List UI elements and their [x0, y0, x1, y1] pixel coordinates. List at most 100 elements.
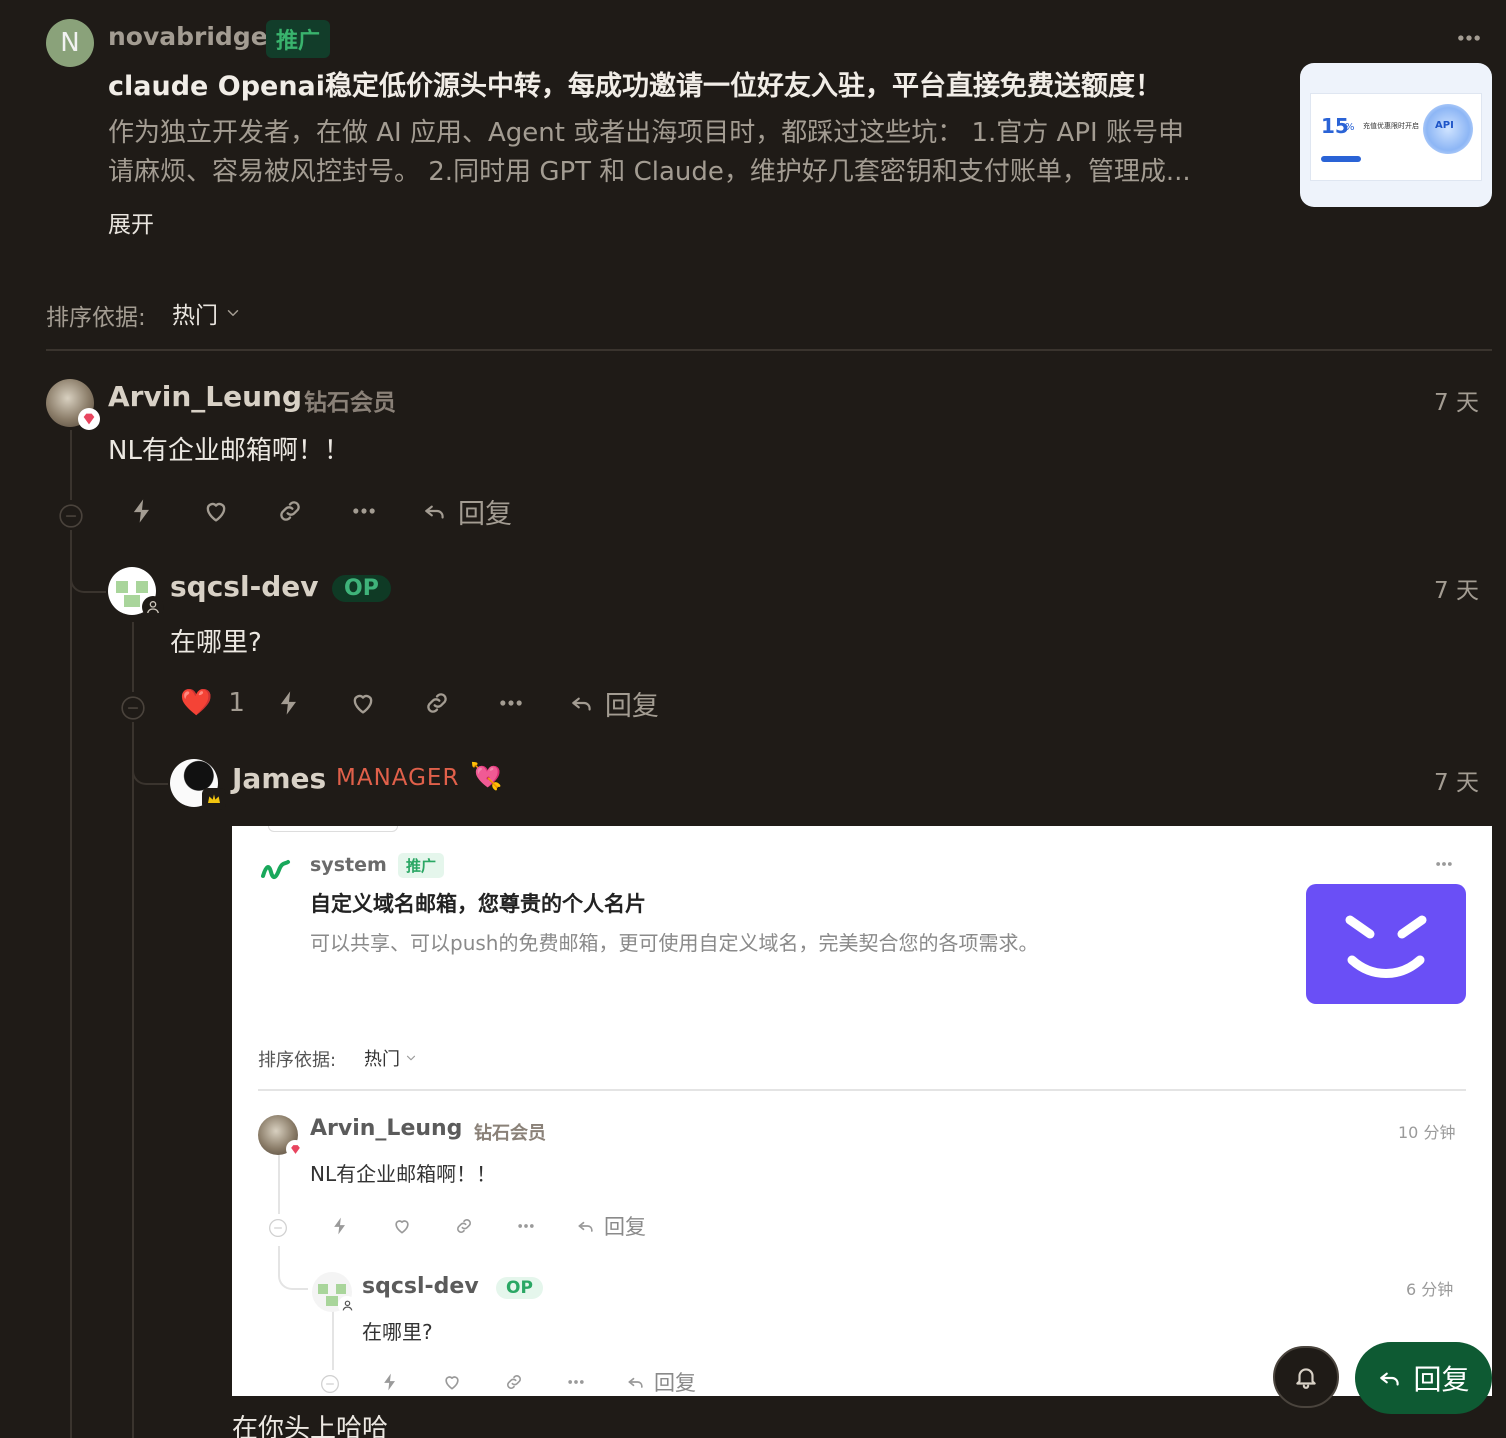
comment-text: 在你头上哈哈 — [232, 1414, 389, 1438]
panel-edge — [268, 826, 398, 832]
link-icon[interactable] — [502, 1372, 526, 1392]
sort-label: 排序依据: — [46, 305, 146, 331]
thread-line — [70, 430, 72, 500]
thumb-api: API — [1435, 120, 1454, 131]
boost-icon[interactable] — [378, 1372, 402, 1392]
thread-line — [278, 1152, 280, 1214]
reply-icon — [1377, 1365, 1403, 1391]
promo-author[interactable]: novabridge — [108, 22, 268, 51]
more-icon[interactable] — [564, 1372, 588, 1392]
notification-bell-button[interactable] — [1273, 1346, 1339, 1408]
promo-thumbnail[interactable]: 15 % 充值优惠限时开启 API — [1300, 63, 1492, 207]
comment-author[interactable]: Arvin_Leung — [108, 380, 302, 413]
collapse-icon[interactable] — [320, 1374, 340, 1394]
comment-actions: 回复 — [378, 1368, 696, 1396]
divider — [46, 349, 1492, 351]
comment-time[interactable]: 7 天 — [1434, 571, 1479, 605]
collapse-icon[interactable] — [268, 1218, 288, 1238]
more-options-icon[interactable] — [1434, 854, 1454, 874]
promo-avatar-letter: N — [60, 28, 80, 58]
floating-reply-label: 回复 — [1413, 1363, 1470, 1396]
promo-body: 可以共享、可以push的免费邮箱，更可使用自定义域名，完美契合您的各项需求。 — [310, 931, 1039, 955]
more-options-icon[interactable] — [1452, 24, 1486, 52]
link-icon[interactable] — [452, 1216, 476, 1236]
comment-author[interactable]: sqcsl-dev — [362, 1274, 479, 1299]
sort-label: 排序依据: — [258, 1050, 337, 1071]
sort-value: 热门 — [172, 303, 218, 329]
user-title: MANAGER — [336, 765, 460, 791]
boost-icon[interactable] — [328, 1216, 352, 1236]
collapse-icon[interactable] — [120, 695, 146, 721]
thread-connector — [278, 1246, 308, 1290]
collapse-icon[interactable] — [58, 503, 84, 529]
user-title: 钻石会员 — [304, 390, 396, 416]
more-icon[interactable] — [514, 1216, 538, 1236]
comment-actions: 回复 — [126, 492, 512, 531]
comment-time[interactable]: 10 分钟 — [1398, 1119, 1455, 1143]
reply-label: 回复 — [458, 498, 512, 530]
promo-title[interactable]: 自定义域名邮箱，您尊贵的个人名片 — [310, 888, 646, 918]
sort-dropdown[interactable]: 热门 — [364, 1045, 418, 1071]
comment-actions: ❤️ 1 回复 — [180, 684, 659, 723]
promo-author[interactable]: system — [310, 854, 387, 876]
expand-button[interactable]: 展开 — [108, 205, 154, 239]
promo-body-line-2: 请麻烦、容易被风控封号。 2.同时用 GPT 和 Claude，维护好几套密钥和… — [108, 157, 1191, 187]
thread-line — [132, 722, 134, 1438]
heart-reaction-icon[interactable]: ❤️ — [180, 690, 212, 716]
thumb-text: 充值优惠限时开启 — [1363, 122, 1419, 130]
thread-line — [332, 1310, 334, 1370]
thread-connector — [70, 545, 106, 593]
reply-button[interactable]: 回复 — [576, 1211, 646, 1241]
user-title: 钻石会员 — [474, 1123, 546, 1144]
promo-body-line-1: 作为独立开发者，在做 AI 应用、Agent 或者出海项目时，都踩过这些坑： 1… — [108, 118, 1184, 148]
user-icon — [338, 1296, 356, 1314]
user-icon — [142, 596, 164, 618]
heart-icon[interactable] — [390, 1216, 414, 1236]
promo-avatar[interactable]: N — [46, 19, 94, 67]
sort-dropdown[interactable]: 热门 — [172, 296, 242, 330]
comment-text: NL有企业邮箱啊！！ — [108, 436, 350, 466]
heart-icon[interactable] — [440, 1372, 464, 1392]
chevron-down-icon — [404, 1051, 418, 1065]
boost-icon[interactable] — [126, 497, 158, 525]
op-badge: OP — [332, 575, 391, 602]
heart-icon[interactable] — [347, 689, 379, 717]
floating-reply-button[interactable]: 回复 — [1355, 1342, 1492, 1414]
promo-badge: 推广 — [398, 853, 445, 878]
reply-button[interactable]: 回复 — [626, 1367, 696, 1396]
reply-label: 回复 — [604, 690, 659, 722]
comment-actions: 回复 — [328, 1212, 646, 1240]
comment-text: 在哪里? — [362, 1320, 433, 1344]
thread-line — [70, 530, 72, 1438]
promo-badge: 推广 — [266, 20, 331, 58]
comment-author[interactable]: sqcsl-dev — [170, 570, 318, 603]
comment-author[interactable]: James — [232, 762, 326, 795]
comment-text: NL有企业邮箱啊！！ — [310, 1162, 497, 1186]
thumb-bar — [1321, 156, 1361, 162]
reply-button[interactable]: 回复 — [422, 492, 512, 531]
reaction-count: 1 — [228, 688, 245, 718]
more-icon[interactable] — [348, 497, 380, 525]
reply-label: 回复 — [604, 1215, 646, 1239]
crown-badge-icon — [202, 788, 226, 810]
diamond-badge-icon — [78, 408, 100, 430]
boost-icon[interactable] — [273, 689, 305, 717]
smile-logo-icon[interactable] — [1306, 884, 1466, 1004]
thumb-percent: % — [1345, 122, 1355, 133]
comment-time[interactable]: 7 天 — [1434, 383, 1479, 417]
sort-value: 热门 — [364, 1049, 400, 1070]
promo-title[interactable]: claude Openai稳定低价源头中转，每成功邀请一位好友入驻，平台直接免费… — [108, 64, 1162, 103]
comment-time[interactable]: 7 天 — [1434, 763, 1479, 797]
link-icon[interactable] — [274, 497, 306, 525]
heart-icon[interactable] — [200, 497, 232, 525]
link-icon[interactable] — [421, 689, 453, 717]
flair-emoji: 💘 — [470, 762, 503, 792]
nl-logo-icon — [260, 856, 294, 882]
op-badge: OP — [496, 1277, 543, 1299]
comment-time[interactable]: 6 分钟 — [1406, 1276, 1453, 1300]
reply-button[interactable]: 回复 — [569, 684, 659, 723]
more-icon[interactable] — [495, 689, 527, 717]
thread-line — [132, 622, 134, 692]
comment-author[interactable]: Arvin_Leung — [310, 1116, 462, 1141]
cloud-icon: API — [1423, 104, 1473, 154]
